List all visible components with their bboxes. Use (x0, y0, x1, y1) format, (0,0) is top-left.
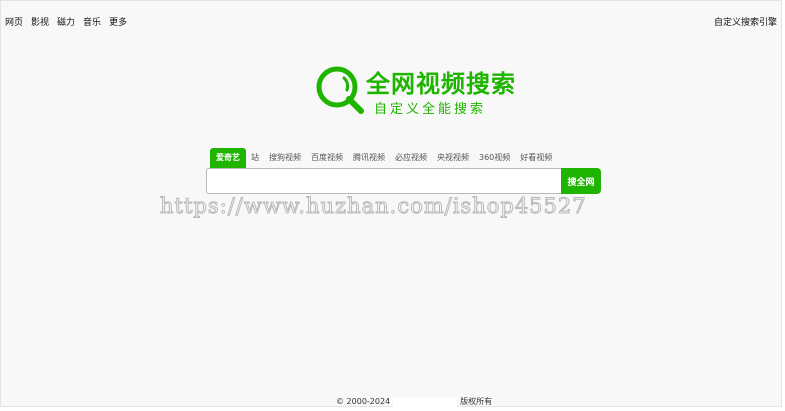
tab-bing-video[interactable]: 必应视频 (390, 148, 432, 168)
tab-site[interactable]: 站 (246, 148, 264, 168)
tab-tencent-video[interactable]: 腾讯视频 (348, 148, 390, 168)
nav-item-magnet[interactable]: 磁力 (57, 15, 75, 28)
logo-title: 全网视频搜索 (366, 70, 516, 98)
logo: 全网视频搜索 自定义全能搜索 (314, 64, 516, 117)
footer: © 2000-2024 版权所有 (336, 396, 492, 407)
footer-copyright: © 2000-2024 (336, 397, 391, 406)
custom-search-engine-link[interactable]: 自定义搜索引擎 (714, 15, 777, 28)
search-tabs: 爱奇艺 站 搜狗视频 百度视频 腾讯视频 必应视频 央视视频 360视频 好看视… (210, 148, 557, 168)
tab-haokan-video[interactable]: 好看视频 (515, 148, 557, 168)
nav-item-video[interactable]: 影视 (31, 15, 49, 28)
nav-item-music[interactable]: 音乐 (83, 15, 101, 28)
tab-cctv-video[interactable]: 央视视频 (432, 148, 474, 168)
nav-item-web[interactable]: 网页 (5, 15, 23, 28)
watermark-text: https://www.huzhan.com/ishop45527 (160, 194, 587, 219)
search-magnifier-icon (316, 66, 364, 114)
redacted-block (393, 396, 458, 407)
top-nav: 网页 影视 磁力 音乐 更多 (5, 15, 127, 28)
nav-item-more[interactable]: 更多 (109, 15, 127, 28)
tab-sogou-video[interactable]: 搜狗视频 (264, 148, 306, 168)
tab-baidu-video[interactable]: 百度视频 (306, 148, 348, 168)
tab-iqiyi[interactable]: 爱奇艺 (210, 148, 246, 168)
search-input[interactable] (206, 168, 562, 194)
search-button[interactable]: 搜全网 (561, 168, 601, 194)
footer-rights: 版权所有 (460, 397, 493, 406)
tab-360-video[interactable]: 360视频 (474, 148, 515, 168)
logo-subtitle: 自定义全能搜索 (374, 102, 487, 117)
